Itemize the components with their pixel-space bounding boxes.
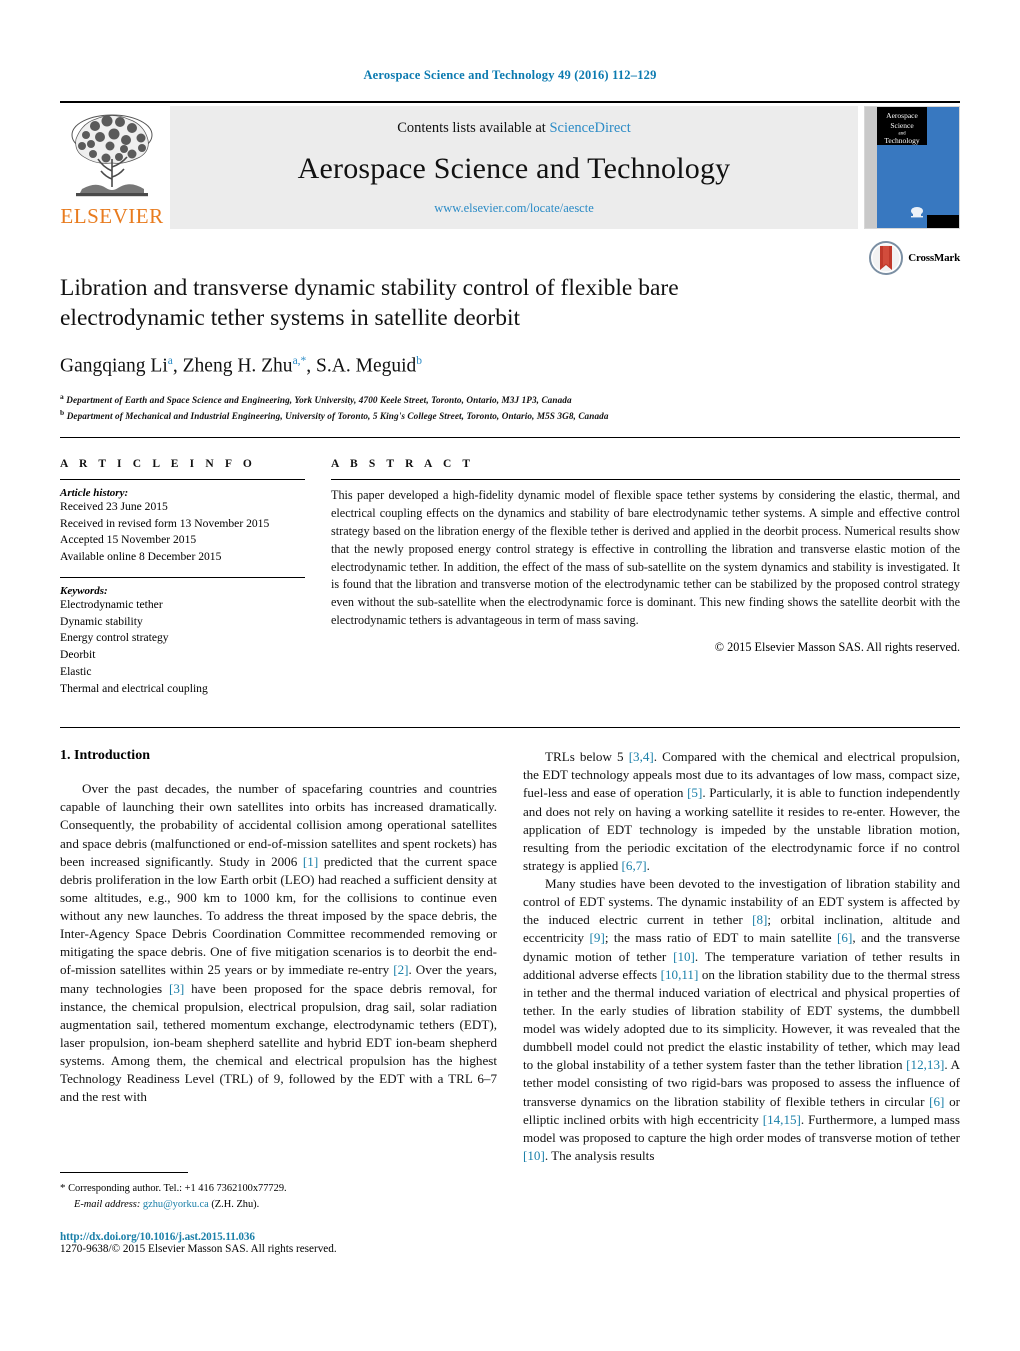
email-address-label: E-mail address: (74, 1198, 141, 1210)
history-item-3: Available online 8 December 2015 (60, 550, 222, 564)
body-columns: 1. Introduction Over the past decades, t… (60, 728, 960, 1165)
keyword-1: Dynamic stability (60, 614, 143, 628)
article-history-label: Article history: (60, 487, 129, 500)
contents-prefix: Contents lists available at (397, 120, 550, 136)
affiliation-list: a Department of Earth and Space Science … (60, 391, 960, 424)
masthead-center-panel: Contents lists available at ScienceDirec… (170, 106, 858, 229)
affiliation-text-0: Department of Earth and Space Science an… (66, 394, 572, 405)
author-list: Gangqiang Lia, Zheng H. Zhua,*, S.A. Meg… (60, 355, 423, 377)
abstract-rule (331, 479, 960, 481)
crossmark-label: CrossMark (908, 252, 960, 264)
history-item-1: Received in revised form 13 November 201… (60, 516, 270, 530)
abstract-heading: A B S T R A C T (331, 458, 475, 471)
body-right-column: TRLs below 5 [3,4]. Compared with the ch… (523, 748, 960, 1165)
svg-text:Science: Science (890, 121, 914, 130)
journal-title: Aerospace Science and Technology (297, 152, 731, 185)
article-info-rule-top (60, 479, 305, 481)
masthead-top-rule (60, 101, 960, 103)
crossmark-icon (869, 241, 904, 275)
footnote-star: * (60, 1182, 66, 1194)
keyword-2: Energy control strategy (60, 631, 169, 645)
affiliation-text-1: Department of Mechanical and Industrial … (66, 411, 609, 422)
section-title-introduction: 1. Introduction (60, 748, 150, 764)
keyword-5: Thermal and electrical coupling (60, 682, 208, 696)
journal-masthead: ELSEVIER Contents lists available at Sci… (60, 101, 960, 229)
affiliation-0: a Department of Earth and Space Science … (60, 391, 960, 407)
doi-link[interactable]: http://dx.doi.org/10.1016/j.ast.2015.11.… (60, 1231, 497, 1243)
article-info-column: A R T I C L E I N F O Article history: R… (60, 458, 305, 709)
footnote-rule (60, 1172, 188, 1173)
keyword-4: Elastic (60, 665, 92, 679)
contents-available-line: Contents lists available at ScienceDirec… (397, 120, 631, 137)
svg-text:Aerospace: Aerospace (886, 111, 918, 120)
history-item-0: Received 23 June 2015 (60, 500, 168, 514)
corresponding-author-text: Corresponding author. Tel.: +1 416 73621… (68, 1183, 287, 1194)
journal-cover-thumbnail: Aerospace Science and Technology (864, 106, 960, 229)
abstract-copyright: © 2015 Elsevier Masson SAS. All rights r… (714, 639, 960, 654)
affiliation-1: b Department of Mechanical and Industria… (60, 407, 960, 423)
article-info-heading: A R T I C L E I N F O (60, 458, 256, 471)
corresponding-author-note: * Corresponding author. Tel.: +1 416 736… (60, 1180, 497, 1212)
abstract-column: A B S T R A C T This paper developed a h… (331, 458, 960, 709)
keywords-label: Keywords: (60, 584, 108, 597)
keywords-group: Keywords: Electrodynamic tether Dynamic … (60, 585, 305, 699)
info-abstract-section: A R T I C L E I N F O Article history: R… (60, 438, 960, 709)
title-block: Libration and transverse dynamic stabili… (60, 229, 960, 423)
journal-url-link[interactable]: www.elsevier.com/locate/aescte (434, 201, 594, 216)
paper-page: Aerospace Science and Technology 49 (201… (0, 0, 1020, 1351)
elsevier-tree-icon (71, 114, 153, 197)
elsevier-logo: ELSEVIER (60, 106, 164, 229)
body-left-column: 1. Introduction Over the past decades, t… (60, 748, 497, 1165)
history-item-2: Accepted 15 November 2015 (60, 533, 197, 547)
keyword-3: Deorbit (60, 648, 96, 662)
affiliation-marker-0: a (60, 391, 64, 401)
article-history-group: Article history: Received 23 June 2015 R… (60, 487, 305, 565)
crossmark-badge[interactable]: CrossMark (869, 241, 960, 275)
elsevier-wordmark: ELSEVIER (60, 204, 164, 228)
page-title: Libration and transverse dynamic stabili… (60, 275, 679, 332)
author-name-1: Zheng H. Zhu (182, 355, 293, 377)
email-link[interactable]: gzhu@yorku.ca (143, 1199, 209, 1210)
abstract-text: This paper developed a high-fidelity dyn… (331, 488, 960, 627)
keyword-0: Electrodynamic tether (60, 597, 163, 611)
author-sup-1: a,* (292, 355, 307, 368)
paragraph-right-0: TRLs below 5 [3,4]. Compared with the ch… (523, 749, 961, 873)
article-info-rule-mid (60, 576, 305, 578)
doi-block: http://dx.doi.org/10.1016/j.ast.2015.11.… (60, 1231, 497, 1255)
paragraph-right-1: Many studies have been devoted to the in… (523, 876, 960, 1163)
author-sup-0: a (167, 355, 173, 368)
email-suffix: (Z.H. Zhu). (211, 1198, 260, 1210)
author-name-0: Gangqiang Li (60, 355, 168, 377)
issn-copyright-line: 1270-9638/© 2015 Elsevier Masson SAS. Al… (60, 1243, 337, 1256)
footnote-area: * Corresponding author. Tel.: +1 416 736… (60, 1172, 497, 1255)
affiliation-marker-1: b (60, 407, 65, 417)
cover-art: Aerospace Science and Technology (865, 107, 959, 228)
sciencedirect-link[interactable]: ScienceDirect (549, 120, 630, 136)
paragraph-left-0: Over the past decades, the number of spa… (60, 781, 497, 1105)
svg-text:Technology: Technology (884, 136, 920, 145)
author-name-2: S.A. Meguid (316, 355, 417, 377)
running-head: Aerospace Science and Technology 49 (201… (363, 68, 657, 82)
author-sup-2: b (416, 355, 423, 368)
